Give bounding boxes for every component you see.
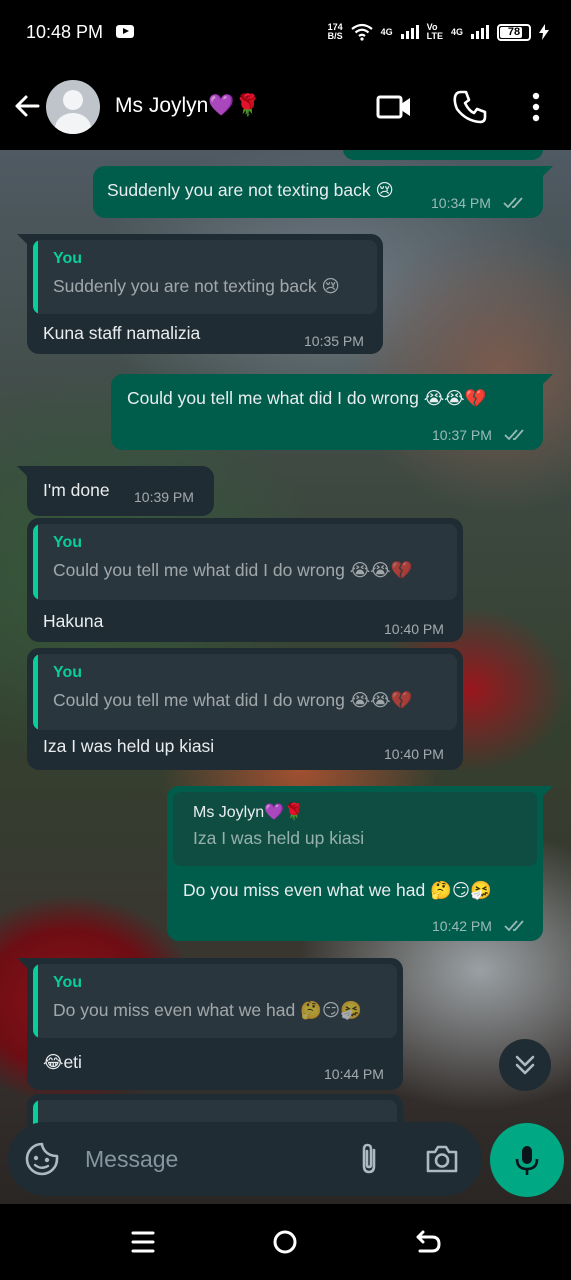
recent-apps-icon[interactable]: [125, 1224, 161, 1260]
more-vertical-icon[interactable]: [518, 89, 554, 125]
home-icon[interactable]: [267, 1224, 303, 1260]
message-text: Could you tell me what did I do wrong 😭😭…: [127, 388, 487, 408]
message-bubble-incoming[interactable]: You Could you tell me what did I do wron…: [27, 648, 463, 770]
quote-author: You: [53, 664, 83, 681]
quoted-message[interactable]: You Suddenly you are not texting back 😢: [33, 240, 377, 314]
message-input-container[interactable]: Message: [8, 1122, 482, 1196]
charging-icon: [539, 24, 549, 40]
quote-text: Do you miss even what we had 🤔😏🤧: [53, 1000, 362, 1020]
chat-area[interactable]: Suddenly you are not texting back 😢 10:3…: [0, 150, 571, 1204]
message-time: 10:40 PM: [384, 621, 444, 637]
network-speed-unit: B/S: [327, 31, 343, 41]
message-bubble-incoming[interactable]: You Could you tell me what did I do wron…: [27, 518, 463, 642]
message-bubble-outgoing[interactable]: Suddenly you are not texting back 😢 10:3…: [93, 166, 553, 218]
back-nav-icon[interactable]: [410, 1224, 446, 1260]
message-time: 10:34 PM: [431, 195, 491, 211]
quote-text: Suddenly you are not texting back 😢: [53, 276, 340, 296]
message-text: Do you miss even what we had 🤔😏🤧: [183, 880, 492, 900]
quote-author: You: [53, 974, 83, 991]
status-indicators: 174 B/S 4G Vo LTE 4G 78: [328, 18, 549, 46]
quote-author: You: [53, 250, 83, 267]
paperclip-icon[interactable]: [352, 1141, 388, 1177]
message-time: 10:42 PM: [432, 918, 492, 934]
wifi-icon: [350, 23, 373, 41]
network-type-2: 4G: [450, 26, 463, 37]
message-time: 10:39 PM: [134, 489, 194, 505]
message-time: 10:37 PM: [432, 427, 492, 443]
message-text: Kuna staff namalizia: [43, 323, 201, 343]
message-bubble-partial[interactable]: [343, 150, 543, 160]
quote-text: Iza I was held up kiasi: [193, 828, 365, 848]
quote-text: Could you tell me what did I do wrong 😭😭…: [53, 690, 413, 710]
chat-header: Ms Joylyn💜🌹: [0, 64, 571, 150]
read-ticks-icon: [504, 920, 524, 932]
contact-name[interactable]: Ms Joylyn💜🌹: [115, 94, 261, 118]
message-time: 10:40 PM: [384, 746, 444, 762]
message-bubble-incoming[interactable]: You Suddenly you are not texting back 😢 …: [17, 234, 383, 354]
signal-1-icon: [400, 25, 419, 39]
message-time: 10:35 PM: [304, 333, 364, 349]
message-bubble-outgoing[interactable]: Ms Joylyn💜🌹 Iza I was held up kiasi Do y…: [167, 786, 553, 941]
message-text: Hakuna: [43, 611, 104, 631]
video-call-icon[interactable]: [376, 89, 412, 125]
volte-bottom: LTE: [426, 31, 443, 41]
network-speed: 174 B/S: [328, 23, 343, 41]
read-ticks-icon: [504, 429, 524, 441]
read-ticks-icon: [503, 197, 523, 209]
quoted-message[interactable]: You Could you tell me what did I do wron…: [33, 654, 457, 730]
back-arrow-icon[interactable]: [10, 89, 44, 123]
message-bubble-incoming[interactable]: I'm done 10:39 PM: [17, 466, 214, 516]
system-nav-bar: [0, 1204, 571, 1280]
message-text: Iza I was held up kiasi: [43, 736, 215, 756]
network-type-1: 4G: [380, 26, 393, 37]
quote-author: Ms Joylyn💜🌹: [193, 804, 304, 821]
phone-icon[interactable]: [452, 89, 488, 125]
quoted-message[interactable]: You Do you miss even what we had 🤔😏🤧: [33, 964, 397, 1038]
battery-level: 78: [507, 26, 521, 38]
composer-bar: Message: [0, 1114, 571, 1204]
battery-icon: 78: [497, 23, 531, 41]
sticker-icon[interactable]: [24, 1141, 60, 1177]
status-time: 10:48 PM: [26, 22, 104, 42]
quoted-message[interactable]: You Could you tell me what did I do wron…: [33, 524, 457, 600]
quoted-message[interactable]: Ms Joylyn💜🌹 Iza I was held up kiasi: [173, 792, 537, 866]
message-text: 😂eti: [43, 1052, 82, 1072]
message-time: 10:44 PM: [324, 1066, 384, 1082]
message-text: Suddenly you are not texting back 😢: [107, 180, 394, 200]
scroll-to-bottom-button[interactable]: [499, 1039, 551, 1091]
double-chevron-down-icon: [515, 1055, 535, 1075]
volte-indicator: Vo LTE: [427, 23, 443, 41]
camera-icon[interactable]: [424, 1141, 460, 1177]
status-bar: 10:48 PM 174 B/S 4G Vo LTE 4G 78: [0, 0, 571, 64]
avatar[interactable]: [46, 80, 100, 134]
signal-2-icon: [471, 25, 489, 39]
quote-text: Could you tell me what did I do wrong 😭😭…: [53, 560, 413, 580]
youtube-notification-icon: [116, 25, 134, 38]
mic-button[interactable]: [490, 1123, 564, 1197]
message-bubble-incoming[interactable]: You Do you miss even what we had 🤔😏🤧 😂et…: [17, 958, 403, 1090]
message-text: I'm done: [43, 480, 110, 500]
quote-author: You: [53, 534, 83, 551]
mic-icon: [515, 1146, 539, 1175]
message-bubble-outgoing[interactable]: Could you tell me what did I do wrong 😭😭…: [111, 374, 553, 450]
message-input[interactable]: Message: [85, 1146, 178, 1173]
